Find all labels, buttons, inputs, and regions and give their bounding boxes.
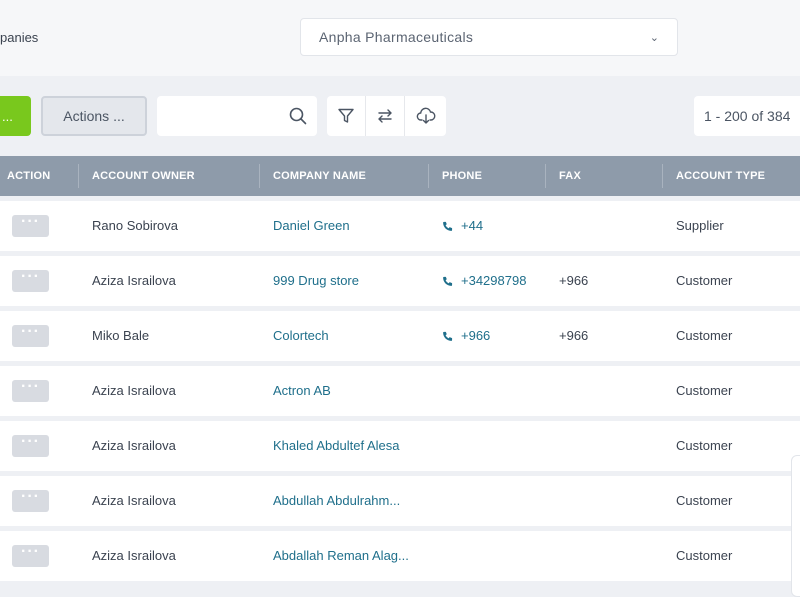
add-company-button[interactable]: ... — [0, 96, 31, 136]
company-name-link[interactable]: Colortech — [273, 311, 423, 361]
company-select-value: Anpha Pharmaceuticals — [319, 29, 474, 45]
table-row[interactable]: ··· Miko Bale Colortech +966 +966 Customer — [0, 311, 800, 361]
account-type-cell: Customer — [676, 438, 733, 453]
column-divider — [78, 164, 79, 188]
phone-link[interactable]: +44 — [442, 201, 542, 251]
column-divider — [545, 164, 546, 188]
account-type-cell: Supplier — [676, 218, 724, 233]
breadcrumb[interactable]: panies — [0, 30, 38, 45]
phone-icon — [442, 331, 453, 342]
cloud-download-icon[interactable] — [405, 96, 446, 136]
company-name-link[interactable]: Abdullah Abdulrahm... — [273, 476, 423, 526]
company-select[interactable]: Anpha Pharmaceuticals ⌄ — [300, 18, 678, 56]
phone-value: +34298798 — [461, 273, 527, 288]
company-name-link[interactable]: Daniel Green — [273, 201, 423, 251]
row-action-button[interactable]: ··· — [12, 489, 49, 512]
phone-icon — [442, 276, 453, 287]
account-owner-cell: Aziza Israilova — [92, 383, 176, 398]
filter-icon[interactable] — [327, 96, 366, 136]
column-header-account-owner[interactable]: ACCOUNT OWNER — [92, 156, 195, 196]
account-type-cell: Customer — [676, 328, 733, 343]
account-owner-cell: Aziza Israilova — [92, 548, 176, 563]
phone-icon — [442, 221, 453, 232]
account-owner-cell: Aziza Israilova — [92, 493, 176, 508]
column-divider — [662, 164, 663, 188]
row-action-button[interactable]: ··· — [12, 324, 49, 347]
column-divider — [428, 164, 429, 188]
phone-value: +44 — [461, 218, 484, 233]
row-action-button[interactable]: ··· — [12, 214, 49, 237]
column-header-action[interactable]: ACTION — [7, 156, 50, 196]
table-row[interactable]: ··· Aziza Israilova Abdallah Reman Alag...… — [0, 531, 800, 581]
account-type-cell: Customer — [676, 383, 733, 398]
account-type-cell: Customer — [676, 273, 733, 288]
phone-link[interactable]: +34298798 — [442, 256, 542, 306]
row-action-button[interactable]: ··· — [12, 269, 49, 292]
column-header-account-type[interactable]: ACCOUNT TYPE — [676, 156, 765, 196]
company-name-link[interactable]: Abdallah Reman Alag... — [273, 531, 423, 581]
search-icon[interactable] — [289, 107, 307, 125]
account-owner-cell: Rano Sobirova — [92, 218, 178, 233]
view-tools — [327, 96, 446, 136]
table-row[interactable]: ··· Aziza Israilova Actron AB Customer — [0, 366, 800, 416]
fax-cell: +966 — [559, 273, 589, 288]
side-panel-edge[interactable] — [791, 455, 800, 597]
row-action-button[interactable]: ··· — [12, 544, 49, 567]
table-row[interactable]: ··· Rano Sobirova Daniel Green +44 Supplier — [0, 201, 800, 251]
table-header: ACTION ACCOUNT OWNER COMPANY NAME PHONE … — [0, 156, 800, 196]
table-row[interactable]: ··· Aziza Israilova 999 Drug store +3429879… — [0, 256, 800, 306]
row-action-button[interactable]: ··· — [12, 434, 49, 457]
column-header-phone[interactable]: PHONE — [442, 156, 482, 196]
row-action-button[interactable]: ··· — [12, 379, 49, 402]
search-box — [157, 96, 317, 136]
column-header-company-name[interactable]: COMPANY NAME — [273, 156, 366, 196]
account-owner-cell: Miko Bale — [92, 328, 150, 343]
phone-value: +966 — [461, 328, 491, 343]
company-name-link[interactable]: 999 Drug store — [273, 256, 423, 306]
company-name-link[interactable]: Khaled Abdultef Alesa — [273, 421, 423, 471]
column-header-fax[interactable]: FAX — [559, 156, 581, 196]
account-type-cell: Customer — [676, 493, 733, 508]
pagination-info: 1 - 200 of 384 — [694, 96, 800, 136]
fax-cell: +966 — [559, 328, 589, 343]
actions-button[interactable]: Actions ... — [41, 96, 147, 136]
phone-link[interactable]: +966 — [442, 311, 542, 361]
column-divider — [259, 164, 260, 188]
search-input[interactable] — [157, 96, 277, 136]
account-owner-cell: Aziza Israilova — [92, 273, 176, 288]
swap-icon[interactable] — [366, 96, 405, 136]
account-owner-cell: Aziza Israilova — [92, 438, 176, 453]
chevron-down-icon: ⌄ — [649, 31, 659, 44]
table-row[interactable]: ··· Aziza Israilova Abdullah Abdulrahm... C… — [0, 476, 800, 526]
table-row[interactable]: ··· Aziza Israilova Khaled Abdultef Alesa C… — [0, 421, 800, 471]
account-type-cell: Customer — [676, 548, 733, 563]
company-name-link[interactable]: Actron AB — [273, 366, 423, 416]
